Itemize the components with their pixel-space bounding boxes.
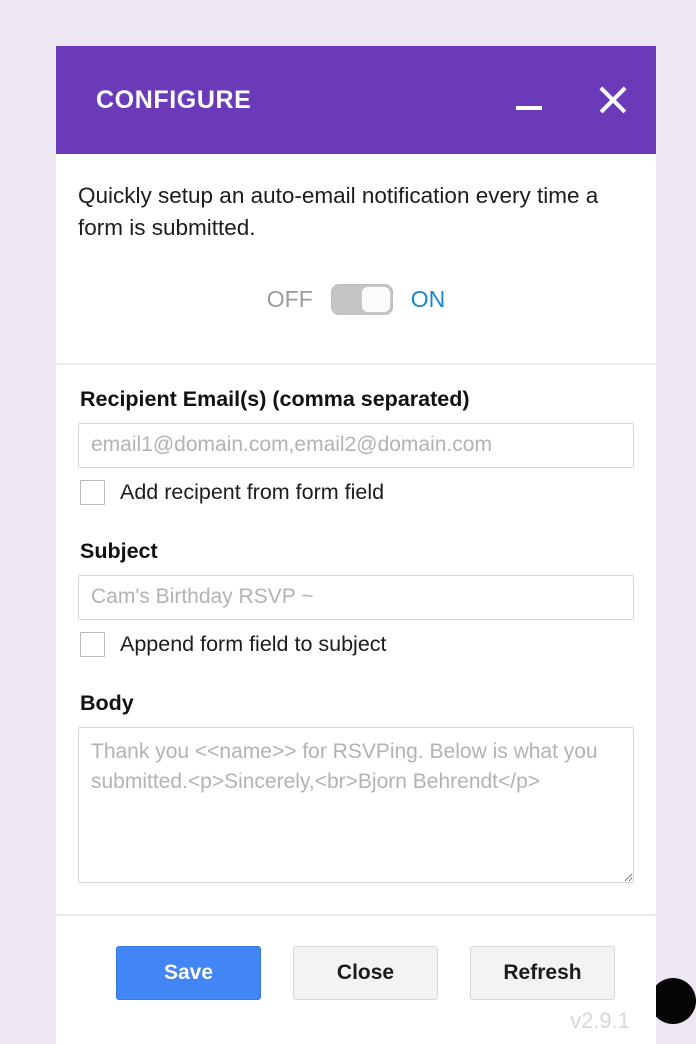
toggle-off-label: OFF <box>266 285 313 312</box>
form-section: Recipient Email(s) (comma separated) Add… <box>56 365 656 914</box>
minimize-icon[interactable] <box>514 85 544 115</box>
intro-description: Quickly setup an auto-email notification… <box>78 183 599 240</box>
intro-section: Quickly setup an auto-email notification… <box>56 154 656 365</box>
refresh-button[interactable]: Refresh <box>470 946 615 1000</box>
page-root: CONFIGURE Quickly setup an auto-email no… <box>0 0 696 1044</box>
version-label: v2.9.1 <box>570 1008 630 1033</box>
page-title: CONFIGURE <box>96 85 252 114</box>
spacer-subject <box>78 505 634 539</box>
body-label: Body <box>80 690 134 715</box>
dialog-footer: Save Close Refresh v2.9.1 <box>56 914 656 1044</box>
subject-input[interactable] <box>78 574 634 620</box>
close-button[interactable]: Close <box>293 946 438 1000</box>
save-button[interactable]: Save <box>116 946 261 1000</box>
toggle-on-label: ON <box>410 285 446 312</box>
recipient-email-input[interactable] <box>78 422 634 468</box>
subject-label: Subject <box>80 538 158 563</box>
enable-toggle-switch[interactable] <box>330 283 393 315</box>
append-form-field-label: Append form field to subject <box>120 631 387 656</box>
enable-toggle-row: OFF ON <box>78 244 634 363</box>
recipient-email-label: Recipient Email(s) (comma separated) <box>80 386 470 411</box>
edge-circle-decoration <box>650 978 696 1024</box>
footer-buttons: Save Close Refresh <box>78 946 634 1000</box>
window-controls <box>514 46 630 154</box>
add-recipient-from-field-row[interactable]: Add recipent from form field <box>80 479 634 505</box>
spacer-body <box>78 657 634 691</box>
add-recipient-from-field-label: Add recipent from form field <box>120 479 385 504</box>
append-form-field-row[interactable]: Append form field to subject <box>80 631 634 657</box>
configure-dialog: CONFIGURE Quickly setup an auto-email no… <box>56 46 656 1044</box>
toggle-knob <box>360 285 391 313</box>
dialog-titlebar: CONFIGURE <box>56 46 656 154</box>
close-icon[interactable] <box>596 83 630 117</box>
body-textarea[interactable] <box>78 726 634 883</box>
add-recipient-from-field-checkbox[interactable] <box>80 479 105 505</box>
append-form-field-checkbox[interactable] <box>80 631 105 657</box>
